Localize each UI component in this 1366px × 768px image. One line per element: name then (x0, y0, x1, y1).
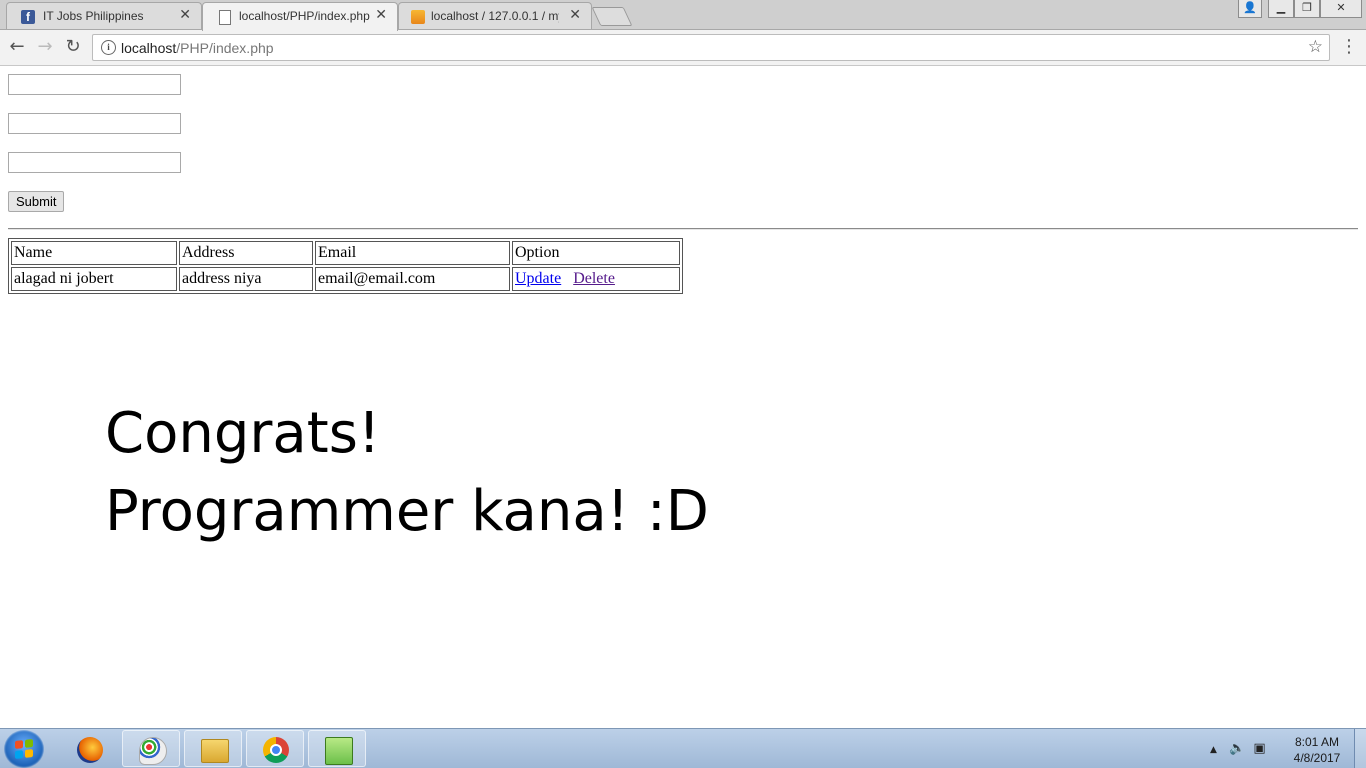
records-table: Name Address Email Option alagad ni jobe… (8, 238, 683, 294)
volume-icon[interactable]: 🔈 (1229, 741, 1245, 756)
show-desktop-button[interactable] (1354, 729, 1366, 768)
address-input[interactable] (8, 113, 181, 134)
chrome-icon (263, 737, 289, 763)
url-path: /PHP/index.php (176, 40, 274, 56)
taskbar-notepad-plus-plus[interactable] (308, 730, 366, 767)
clock[interactable]: 8:01 AM 4/8/2017 (1280, 734, 1354, 766)
table-header-row: Name Address Email Option (11, 241, 680, 265)
address-bar[interactable]: i localhost/PHP/index.php ☆ (92, 34, 1330, 61)
minimize-button[interactable]: ▁ (1268, 0, 1294, 18)
restore-button[interactable]: ❐ (1294, 0, 1320, 18)
url-host: localhost (121, 40, 177, 56)
forward-icon[interactable]: → (34, 36, 56, 58)
tab-title: localhost/PHP/index.php (239, 9, 370, 23)
page-content: Submit Name Address Email Option alagad … (0, 66, 1366, 728)
header-address: Address (179, 241, 313, 265)
header-name: Name (11, 241, 177, 265)
facebook-icon: f (21, 10, 35, 24)
paint-icon (139, 737, 167, 765)
close-icon[interactable]: ✕ (569, 7, 581, 23)
close-icon[interactable]: ✕ (375, 7, 387, 23)
tab-index-php[interactable]: localhost/PHP/index.php ✕ (202, 2, 398, 31)
firefox-icon (77, 737, 103, 763)
cell-address: address niya (179, 267, 313, 291)
congrats-heading: Congrats! (105, 401, 381, 466)
email-input[interactable] (8, 152, 181, 173)
bookmark-star-icon[interactable]: ☆ (1308, 37, 1323, 57)
clock-date: 4/8/2017 (1293, 751, 1341, 765)
taskbar: ▲ 🔈 ▣ 8:01 AM 4/8/2017 (0, 728, 1366, 768)
taskbar-explorer[interactable] (184, 730, 242, 767)
cell-option: Update Delete (512, 267, 680, 291)
cell-email: email@email.com (315, 267, 510, 291)
update-link[interactable]: Update (515, 270, 561, 287)
table-row: alagad ni jobert address niya email@emai… (11, 267, 680, 291)
close-window-button[interactable]: ✕ (1320, 0, 1362, 18)
delete-link[interactable]: Delete (573, 270, 615, 287)
file-explorer-icon (201, 739, 229, 763)
tab-title: IT Jobs Philippines (43, 9, 144, 23)
name-input[interactable] (8, 74, 181, 95)
submit-button[interactable]: Submit (8, 191, 65, 212)
windows-logo-icon (15, 739, 33, 759)
close-icon[interactable]: ✕ (179, 7, 191, 23)
reload-icon[interactable]: ↻ (62, 36, 84, 58)
notepad-plus-plus-icon (325, 737, 353, 765)
taskbar-firefox[interactable] (60, 730, 118, 767)
start-button[interactable] (4, 730, 44, 768)
taskbar-paint[interactable] (122, 730, 180, 767)
phpmyadmin-icon (411, 10, 425, 24)
clock-time: 8:01 AM (1294, 735, 1340, 749)
info-icon[interactable]: i (101, 40, 116, 55)
tab-title: localhost / 127.0.0.1 / my (431, 9, 559, 23)
browser-toolbar: ← → ↻ i localhost/PHP/index.php ☆ ⋮ (0, 30, 1366, 66)
programmer-message: Programmer kana! :D (105, 479, 709, 544)
tab-phpmyadmin[interactable]: localhost / 127.0.0.1 / my ✕ (398, 2, 592, 29)
user-icon[interactable]: 👤 (1238, 0, 1262, 18)
tab-it-jobs[interactable]: f IT Jobs Philippines ✕ (6, 2, 202, 29)
header-email: Email (315, 241, 510, 265)
page-icon (219, 10, 231, 25)
back-icon[interactable]: ← (6, 36, 28, 58)
system-tray: ▲ 🔈 ▣ (1210, 741, 1266, 756)
divider (8, 228, 1358, 230)
tab-strip: f IT Jobs Philippines ✕ localhost/PHP/in… (0, 0, 1366, 31)
url-text[interactable]: localhost/PHP/index.php (121, 40, 274, 56)
header-option: Option (512, 241, 680, 265)
cell-name: alagad ni jobert (11, 267, 177, 291)
taskbar-chrome[interactable] (246, 730, 304, 767)
new-tab-button[interactable] (591, 7, 633, 26)
show-hidden-icons[interactable]: ▲ (1210, 745, 1217, 755)
menu-icon[interactable]: ⋮ (1340, 36, 1358, 57)
network-icon[interactable]: ▣ (1253, 741, 1265, 756)
